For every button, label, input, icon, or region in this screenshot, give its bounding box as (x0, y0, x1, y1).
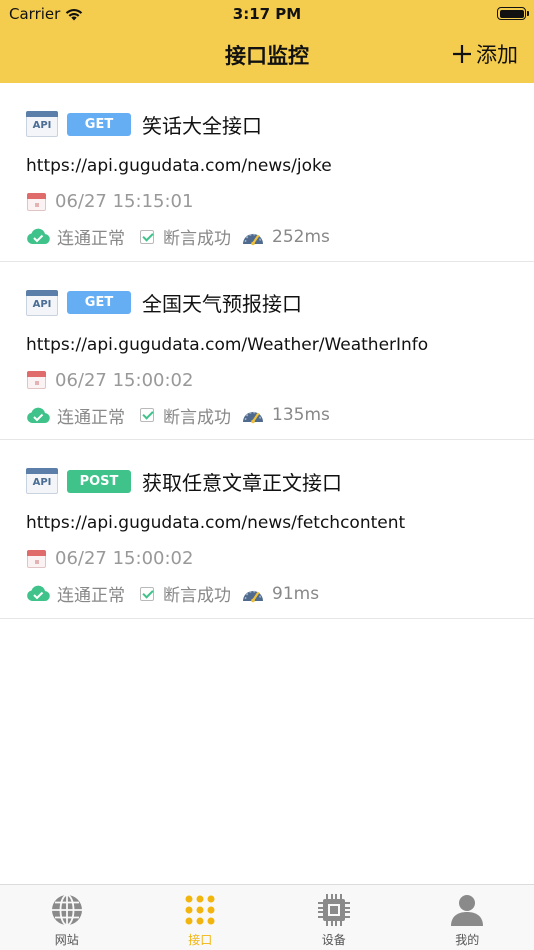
checkbox-check-icon (140, 586, 154, 601)
add-label: 添加 (476, 43, 518, 67)
interface-list: API GET 笑话大全接口 https://api.gugudata.com/… (0, 83, 534, 619)
list-item[interactable]: API GET 全国天气预报接口 https://api.gugudata.co… (0, 262, 534, 440)
method-badge: GET (67, 112, 131, 136)
api-icon-label: API (32, 477, 52, 488)
calendar-icon (27, 192, 46, 211)
item-title-row: API GET 全国天气预报接口 (26, 287, 302, 319)
tab-label: 我的 (455, 933, 480, 947)
item-url: https://api.gugudata.com/Weather/Weather… (26, 334, 429, 355)
cpu-chip-icon (317, 894, 350, 926)
item-title-row: API GET 笑话大全接口 (26, 108, 262, 140)
item-status-row: 连通正常 断言成功 252ms (26, 224, 330, 249)
list-item[interactable]: API POST 获取任意文章正文接口 https://api.gugudata… (0, 440, 534, 619)
latency-value: 252ms (272, 226, 330, 247)
api-icon-label: API (32, 298, 52, 310)
plus-icon (453, 45, 471, 63)
status-time: 3:17 PM (232, 5, 302, 23)
method-badge: POST (67, 469, 131, 493)
checkbox-check-icon (140, 229, 154, 244)
add-button[interactable]: 添加 (452, 39, 518, 69)
item-status-row: 连通正常 断言成功 135ms (26, 403, 330, 428)
speedometer-icon (243, 411, 263, 424)
item-title: 全国天气预报接口 (142, 292, 302, 316)
item-datetime-row: 06/27 15:15:01 (27, 191, 193, 212)
person-icon (451, 895, 484, 926)
item-datetime: 06/27 15:00:02 (55, 548, 194, 569)
item-url: https://api.gugudata.com/news/joke (26, 156, 332, 176)
cloud-check-icon (27, 228, 50, 245)
tab-bar: 网站 接口 设备 我的 (0, 884, 534, 950)
api-icon: API (26, 468, 58, 494)
tab-interface[interactable]: 接口 (134, 885, 268, 950)
connectivity-status: 连通正常 (57, 229, 125, 249)
assertion-status: 断言成功 (163, 586, 231, 606)
item-datetime: 06/27 15:00:02 (55, 369, 194, 391)
cloud-check-icon (27, 585, 50, 602)
api-icon: API (26, 289, 58, 316)
item-datetime: 06/27 15:15:01 (55, 191, 194, 212)
status-bar: Carrier 3:17 PM (0, 0, 534, 28)
latency-value: 135ms (272, 405, 330, 425)
item-title: 笑话大全接口 (142, 113, 262, 138)
assertion-status: 断言成功 (163, 407, 231, 428)
item-url: https://api.gugudata.com/news/fetchconte… (26, 513, 406, 533)
api-icon: API (26, 111, 58, 137)
list-item[interactable]: API GET 笑话大全接口 https://api.gugudata.com/… (0, 83, 534, 262)
latency-value: 91ms (272, 583, 320, 604)
cloud-check-icon (27, 407, 50, 423)
tab-device[interactable]: 设备 (267, 885, 401, 950)
method-badge: GET (67, 291, 131, 314)
api-icon-label: API (32, 120, 52, 131)
tab-label: 网站 (54, 933, 79, 947)
assertion-status: 断言成功 (163, 229, 231, 249)
header-bar: Carrier 3:17 PM 接口监控 添加 (0, 0, 534, 83)
tab-website[interactable]: 网站 (0, 885, 134, 950)
item-datetime-row: 06/27 15:00:02 (27, 370, 193, 391)
connectivity-status: 连通正常 (57, 407, 125, 428)
connectivity-status: 连通正常 (57, 586, 125, 606)
grid-dots-icon (185, 895, 215, 925)
checkbox-check-icon (140, 408, 154, 422)
calendar-icon (27, 549, 46, 568)
globe-icon (51, 894, 82, 926)
speedometer-icon (243, 590, 263, 602)
tab-label: 接口 (188, 933, 213, 947)
item-datetime-row: 06/27 15:00:02 (27, 548, 193, 569)
item-status-row: 连通正常 断言成功 91ms (26, 581, 319, 606)
item-title-row: API POST 获取任意文章正文接口 (26, 465, 342, 497)
battery-icon (497, 7, 529, 20)
tab-label: 设备 (321, 933, 346, 947)
speedometer-icon (243, 233, 263, 245)
tab-profile[interactable]: 我的 (401, 885, 534, 950)
item-title: 获取任意文章正文接口 (142, 470, 342, 495)
calendar-icon (27, 371, 46, 389)
